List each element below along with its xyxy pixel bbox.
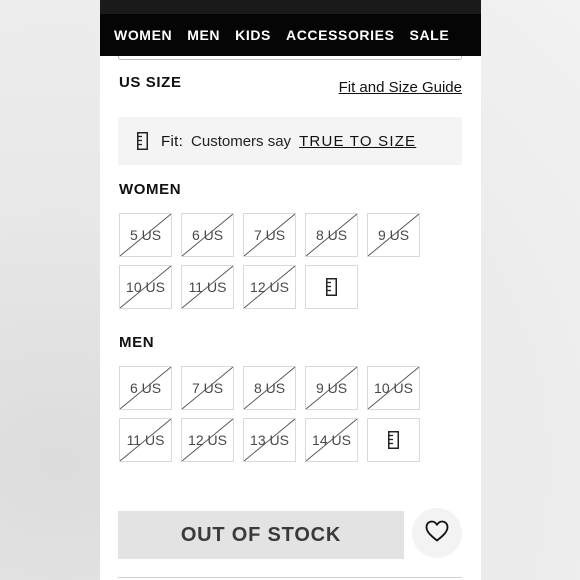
size-option-unavailable[interactable]: 13 US [243,418,296,462]
fit-label: Fit: [161,132,184,150]
size-option-label: 9 US [315,380,348,396]
size-option-unavailable[interactable]: 8 US [243,366,296,410]
fit-info-box: Fit: Customers say TRUE TO SIZE [118,117,462,165]
size-option-unavailable[interactable]: 7 US [181,366,234,410]
size-option-label: 11 US [126,432,165,448]
size-option-label: 11 US [188,279,227,295]
size-option-unavailable[interactable]: 9 US [367,213,420,257]
nav-item-men[interactable]: MEN [187,27,220,43]
nav-item-women[interactable]: WOMEN [114,27,172,43]
top-bar [100,0,481,14]
size-option-label: 5 US [129,227,162,243]
size-option-unavailable[interactable]: 12 US [243,265,296,309]
men-size-label: MEN [119,334,155,351]
size-option-label: 14 US [312,432,351,448]
men-size-grid: 6 US 7 US 8 US 9 US 10 US 11 US 12 US 13 US 14 U… [119,366,429,462]
wishlist-button[interactable] [412,508,462,558]
size-option-label: 12 US [188,432,227,448]
ruler-icon [388,431,399,449]
size-option-label: 12 US [250,279,289,295]
size-option-label: 6 US [129,380,162,396]
size-option-label: 8 US [253,380,286,396]
product-size-panel: WOMEN MEN KIDS ACCESSORIES SALE US SIZE … [100,0,481,580]
divider [118,56,462,60]
size-option-unavailable[interactable]: 5 US [119,213,172,257]
heart-icon [425,520,449,547]
size-option-label: 8 US [315,227,348,243]
size-option-unavailable[interactable]: 7 US [243,213,296,257]
ruler-icon [326,278,337,296]
size-option-label: 9 US [377,227,410,243]
size-option-label: 10 US [374,380,413,396]
size-option-label: 7 US [191,380,224,396]
size-guide-link[interactable]: Fit and Size Guide [339,79,462,96]
size-option-unavailable[interactable]: 9 US [305,366,358,410]
size-option-unavailable[interactable]: 8 US [305,213,358,257]
women-size-label: WOMEN [119,181,182,198]
size-option-unavailable[interactable]: 12 US [181,418,234,462]
size-option-label: 10 US [126,279,165,295]
size-option-unavailable[interactable]: 14 US [305,418,358,462]
size-section-title: US SIZE [119,74,182,91]
ruler-icon [137,132,148,150]
size-option-unavailable[interactable]: 11 US [119,418,172,462]
main-nav: WOMEN MEN KIDS ACCESSORIES SALE [100,14,481,56]
fit-text: Customers say [191,132,292,150]
size-option-unavailable[interactable]: 6 US [181,213,234,257]
size-option-unavailable[interactable]: 11 US [181,265,234,309]
nav-item-accessories[interactable]: ACCESSORIES [286,27,395,43]
size-guide-button[interactable] [367,418,420,462]
size-option-unavailable[interactable]: 6 US [119,366,172,410]
size-option-unavailable[interactable]: 10 US [367,366,420,410]
size-option-label: 7 US [253,227,286,243]
nav-item-kids[interactable]: KIDS [235,27,271,43]
size-option-label: 6 US [191,227,224,243]
size-option-label: 13 US [250,432,289,448]
nav-item-sale[interactable]: SALE [410,27,450,43]
out-of-stock-button: OUT OF STOCK [118,511,404,559]
women-size-grid: 5 US 6 US 7 US 8 US 9 US 10 US 11 US 12 US [119,213,429,309]
size-guide-button[interactable] [305,265,358,309]
size-option-unavailable[interactable]: 10 US [119,265,172,309]
fit-value-link[interactable]: TRUE TO SIZE [299,133,416,150]
